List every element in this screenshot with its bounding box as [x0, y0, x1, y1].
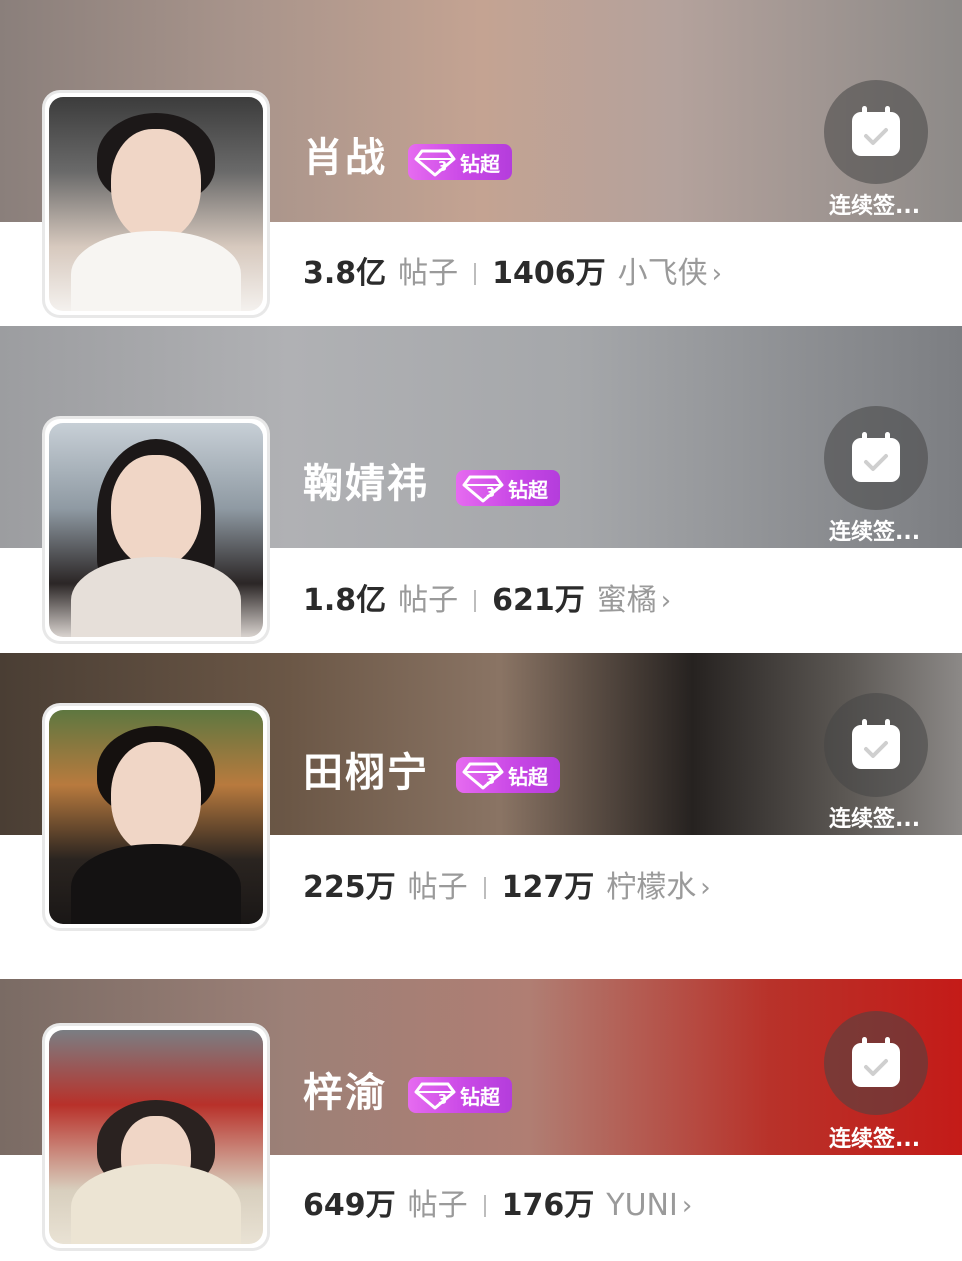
diamond-super-badge: 3 钻超 [456, 757, 560, 793]
divider [474, 590, 477, 612]
diamond-icon: 3 [414, 149, 456, 177]
supertopic-card[interactable]: 鞠婧祎 3 钻超 连续签... 1.8亿 帖子 621万 蜜橘 › [0, 326, 962, 653]
posts-label: 帖子 [398, 583, 459, 618]
chevron-right-icon[interactable]: › [682, 1186, 692, 1226]
supertopic-card[interactable]: 梓渝 3 钻超 连续签... 649万 帖子 176万 YUNI › [0, 979, 962, 1261]
stats-row: 3.8亿 帖子 1406万 小飞侠 › [303, 254, 722, 294]
stats-row: 1.8亿 帖子 621万 蜜橘 › [303, 581, 671, 621]
posts-count: 1.8亿 [303, 583, 387, 618]
checkin-label[interactable]: 连续签... [829, 801, 920, 833]
diamond-icon: 3 [462, 762, 504, 790]
fans-count: 1406万 [492, 256, 606, 291]
checkin-button[interactable] [824, 693, 928, 797]
avatar[interactable] [42, 416, 270, 644]
supertopic-card[interactable]: 肖战 3 钻超 连续签... 3.8亿 帖子 1406万 小飞侠 › [0, 0, 962, 326]
chevron-right-icon[interactable]: › [661, 581, 671, 621]
fans-count: 127万 [501, 870, 595, 905]
diamond-super-badge: 3 钻超 [456, 470, 560, 506]
fans-count: 176万 [501, 1188, 595, 1223]
stats-row: 225万 帖子 127万 柠檬水 › [303, 868, 711, 908]
avatar-photo [49, 710, 263, 924]
chevron-right-icon[interactable]: › [712, 254, 722, 294]
posts-label: 帖子 [398, 256, 459, 291]
posts-count: 649万 [303, 1188, 396, 1223]
svg-text:3: 3 [486, 486, 495, 501]
svg-text:3: 3 [438, 160, 447, 175]
stats-row: 649万 帖子 176万 YUNI › [303, 1186, 692, 1226]
posts-count: 3.8亿 [303, 256, 387, 291]
posts-count: 225万 [303, 870, 396, 905]
diamond-icon: 3 [414, 1082, 456, 1110]
diamond-super-badge: 3 钻超 [408, 144, 512, 180]
calendar-check-icon [852, 106, 900, 156]
calendar-check-icon [852, 1037, 900, 1087]
badge-label: 钻超 [508, 477, 548, 502]
topic-name[interactable]: 田栩宁 [303, 749, 429, 797]
checkin-label[interactable]: 连续签... [829, 514, 920, 546]
avatar-photo [49, 97, 263, 311]
avatar[interactable] [42, 703, 270, 931]
fan-name-link[interactable]: 小飞侠 [618, 254, 708, 294]
topic-name[interactable]: 鞠婧祎 [303, 460, 429, 508]
topic-name[interactable]: 梓渝 [303, 1069, 387, 1117]
svg-text:3: 3 [438, 1093, 447, 1108]
divider [483, 877, 486, 899]
avatar-photo [49, 423, 263, 637]
checkin-label[interactable]: 连续签... [829, 188, 920, 220]
badge-label: 钻超 [508, 764, 548, 789]
badge-label: 钻超 [460, 151, 500, 176]
svg-text:3: 3 [486, 773, 495, 788]
calendar-check-icon [852, 719, 900, 769]
fans-count: 621万 [492, 583, 585, 618]
fan-name-link[interactable]: 蜜橘 [597, 581, 657, 621]
checkin-button[interactable] [824, 80, 928, 184]
avatar[interactable] [42, 90, 270, 318]
checkin-label[interactable]: 连续签... [829, 1121, 920, 1153]
checkin-button[interactable] [824, 406, 928, 510]
checkin-button[interactable] [824, 1011, 928, 1115]
badge-label: 钻超 [460, 1084, 500, 1109]
diamond-icon: 3 [462, 475, 504, 503]
avatar[interactable] [42, 1023, 270, 1251]
avatar-photo [49, 1030, 263, 1244]
chevron-right-icon[interactable]: › [700, 868, 710, 908]
topic-name[interactable]: 肖战 [303, 134, 387, 182]
supertopic-card[interactable]: 田栩宁 3 钻超 连续签... 225万 帖子 127万 柠檬水 › [0, 653, 962, 979]
fan-name-link[interactable]: 柠檬水 [606, 868, 696, 908]
fan-name-link[interactable]: YUNI [606, 1186, 678, 1226]
calendar-check-icon [852, 432, 900, 482]
divider [474, 263, 477, 285]
diamond-super-badge: 3 钻超 [408, 1077, 512, 1113]
posts-label: 帖子 [407, 1188, 468, 1223]
divider [483, 1195, 486, 1217]
posts-label: 帖子 [407, 870, 468, 905]
